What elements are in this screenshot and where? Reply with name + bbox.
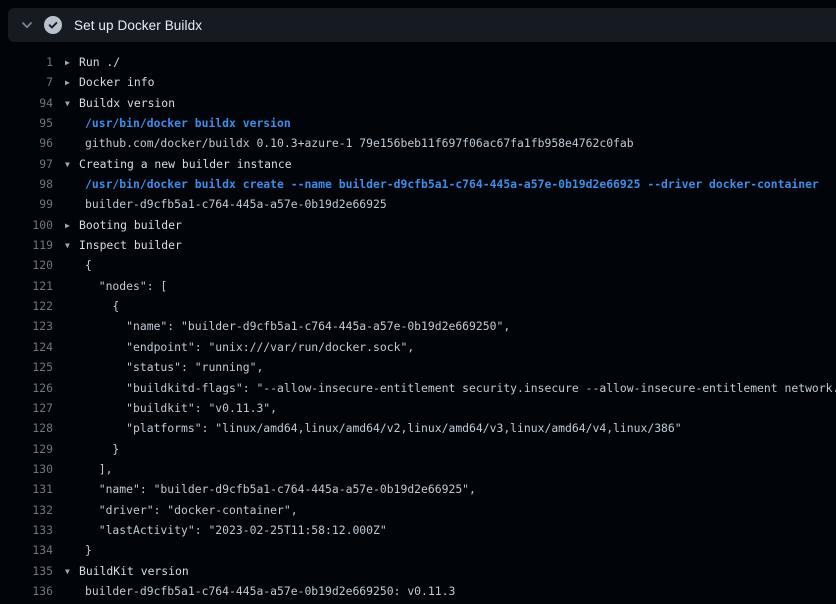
line-number[interactable]: 100	[0, 215, 53, 235]
log-text: builder-d9cfb5a1-c764-445a-a57e-0b19d2e6…	[53, 581, 836, 601]
log-text: /usr/bin/docker buildx version	[53, 113, 836, 133]
line-number[interactable]: 95	[0, 113, 53, 133]
line-number[interactable]: 1	[0, 52, 53, 72]
log-text: {	[53, 255, 836, 275]
chevron-right-icon[interactable]: ▶	[65, 216, 79, 235]
line-number[interactable]: 125	[0, 357, 53, 377]
log-group-line[interactable]: 119▼Inspect builder	[0, 235, 836, 255]
line-number[interactable]: 133	[0, 520, 53, 540]
log-text: ▶Booting builder	[53, 215, 836, 235]
line-number[interactable]: 128	[0, 418, 53, 438]
log-line: 120{	[0, 255, 836, 275]
chevron-down-icon[interactable]	[20, 18, 34, 32]
line-number[interactable]: 7	[0, 72, 53, 92]
log-text: builder-d9cfb5a1-c764-445a-a57e-0b19d2e6…	[53, 194, 836, 214]
log-line: 121 "nodes": [	[0, 276, 836, 296]
log-group-line[interactable]: 100▶Booting builder	[0, 215, 836, 235]
chevron-right-icon[interactable]: ▶	[65, 73, 79, 92]
line-number[interactable]: 131	[0, 479, 53, 499]
log-text: "name": "builder-d9cfb5a1-c764-445a-a57e…	[53, 479, 836, 499]
log-line: 132 "driver": "docker-container",	[0, 500, 836, 520]
log-line: 134}	[0, 540, 836, 560]
log-text: }	[53, 439, 836, 459]
status-success-icon	[44, 16, 62, 34]
line-number[interactable]: 123	[0, 316, 53, 336]
log-line: 122 {	[0, 296, 836, 316]
log-viewer: 1▶Run ./7▶Docker info94▼Buildx version95…	[0, 52, 836, 601]
log-line: 96github.com/docker/buildx 0.10.3+azure-…	[0, 133, 836, 153]
line-number[interactable]: 126	[0, 378, 53, 398]
log-line: 123 "name": "builder-d9cfb5a1-c764-445a-…	[0, 316, 836, 336]
line-number[interactable]: 120	[0, 255, 53, 275]
log-group-line[interactable]: 135▼BuildKit version	[0, 561, 836, 581]
log-group-line[interactable]: 97▼Creating a new builder instance	[0, 154, 836, 174]
log-line: 129 }	[0, 439, 836, 459]
step-title: Set up Docker Buildx	[74, 18, 202, 33]
log-line: 130 ],	[0, 459, 836, 479]
log-text: ▶Run ./	[53, 52, 836, 72]
log-line: 95/usr/bin/docker buildx version	[0, 113, 836, 133]
log-line: 126 "buildkitd-flags": "--allow-insecure…	[0, 378, 836, 398]
line-number[interactable]: 132	[0, 500, 53, 520]
line-number[interactable]: 96	[0, 133, 53, 153]
line-number[interactable]: 135	[0, 561, 53, 581]
log-text: ▼Creating a new builder instance	[53, 154, 836, 174]
log-text: "status": "running",	[53, 357, 836, 377]
log-text: "buildkitd-flags": "--allow-insecure-ent…	[53, 378, 836, 398]
log-line: 127 "buildkit": "v0.11.3",	[0, 398, 836, 418]
log-text: /usr/bin/docker buildx create --name bui…	[53, 174, 836, 194]
line-number[interactable]: 97	[0, 154, 53, 174]
log-line: 133 "lastActivity": "2023-02-25T11:58:12…	[0, 520, 836, 540]
log-group-line[interactable]: 7▶Docker info	[0, 72, 836, 92]
line-number[interactable]: 129	[0, 439, 53, 459]
log-text: ▶Docker info	[53, 72, 836, 92]
chevron-down-icon[interactable]: ▼	[65, 562, 79, 581]
log-text: }	[53, 540, 836, 560]
log-text: ▼Buildx version	[53, 93, 836, 113]
line-number[interactable]: 99	[0, 194, 53, 214]
log-text: {	[53, 296, 836, 316]
chevron-right-icon[interactable]: ▶	[65, 53, 79, 72]
line-number[interactable]: 98	[0, 174, 53, 194]
log-line: 125 "status": "running",	[0, 357, 836, 377]
log-text: "name": "builder-d9cfb5a1-c764-445a-a57e…	[53, 316, 836, 336]
line-number[interactable]: 127	[0, 398, 53, 418]
chevron-down-icon[interactable]: ▼	[65, 94, 79, 113]
log-text: ▼BuildKit version	[53, 561, 836, 581]
line-number[interactable]: 136	[0, 581, 53, 601]
line-number[interactable]: 94	[0, 93, 53, 113]
chevron-down-icon[interactable]: ▼	[65, 155, 79, 174]
step-header[interactable]: Set up Docker Buildx	[8, 8, 836, 42]
log-line: 131 "name": "builder-d9cfb5a1-c764-445a-…	[0, 479, 836, 499]
log-text: "lastActivity": "2023-02-25T11:58:12.000…	[53, 520, 836, 540]
log-group-line[interactable]: 1▶Run ./	[0, 52, 836, 72]
log-line: 98/usr/bin/docker buildx create --name b…	[0, 174, 836, 194]
line-number[interactable]: 122	[0, 296, 53, 316]
line-number[interactable]: 124	[0, 337, 53, 357]
log-line: 124 "endpoint": "unix:///var/run/docker.…	[0, 337, 836, 357]
line-number[interactable]: 121	[0, 276, 53, 296]
line-number[interactable]: 119	[0, 235, 53, 255]
log-text: "nodes": [	[53, 276, 836, 296]
log-line: 128 "platforms": "linux/amd64,linux/amd6…	[0, 418, 836, 438]
log-text: "endpoint": "unix:///var/run/docker.sock…	[53, 337, 836, 357]
line-number[interactable]: 134	[0, 540, 53, 560]
chevron-down-icon[interactable]: ▼	[65, 236, 79, 255]
log-line: 136builder-d9cfb5a1-c764-445a-a57e-0b19d…	[0, 581, 836, 601]
log-group-line[interactable]: 94▼Buildx version	[0, 93, 836, 113]
line-number[interactable]: 130	[0, 459, 53, 479]
log-text: ▼Inspect builder	[53, 235, 836, 255]
log-text: "platforms": "linux/amd64,linux/amd64/v2…	[53, 418, 836, 438]
log-text: github.com/docker/buildx 0.10.3+azure-1 …	[53, 133, 836, 153]
log-text: "buildkit": "v0.11.3",	[53, 398, 836, 418]
log-text: "driver": "docker-container",	[53, 500, 836, 520]
log-text: ],	[53, 459, 836, 479]
log-line: 99builder-d9cfb5a1-c764-445a-a57e-0b19d2…	[0, 194, 836, 214]
